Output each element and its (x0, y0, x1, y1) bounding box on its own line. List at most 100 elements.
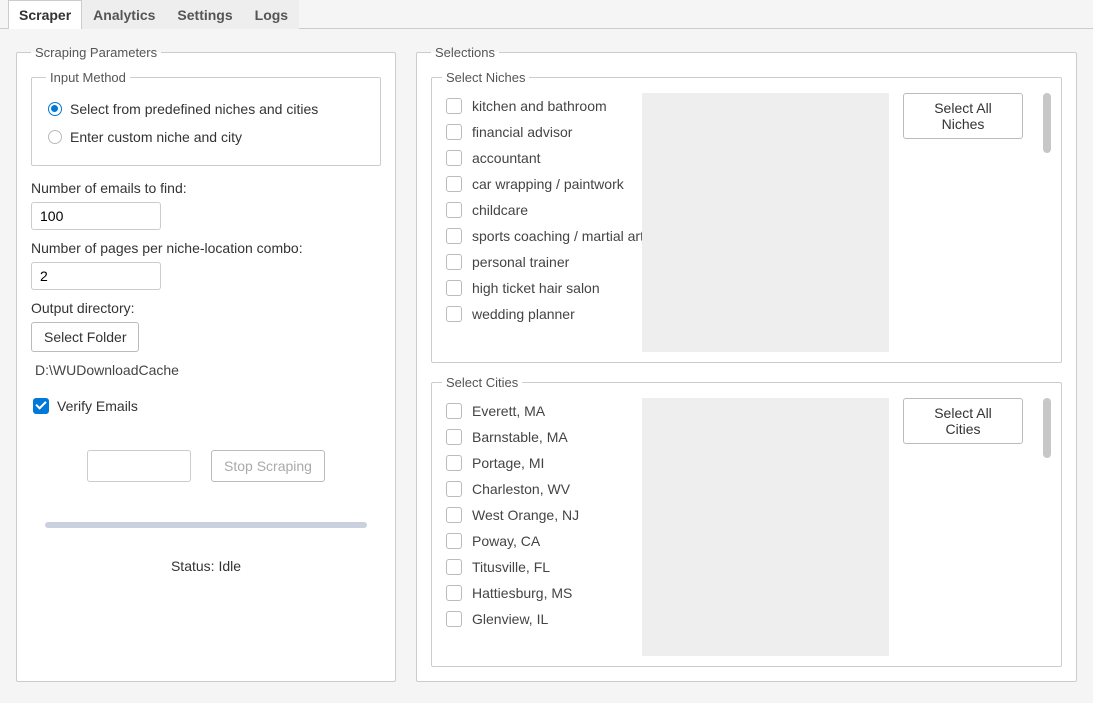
stop-scraping-button[interactable]: Stop Scraping (211, 450, 325, 482)
niche-checkbox[interactable] (446, 176, 462, 192)
niche-checkbox[interactable] (446, 254, 462, 270)
scraping-params-fieldset: Scraping Parameters Input Method Select … (16, 45, 396, 682)
niches-list[interactable]: kitchen and bathroom financial advisor acc… (442, 93, 642, 352)
cities-filler (642, 398, 889, 657)
tab-logs[interactable]: Logs (244, 0, 299, 29)
verify-emails-label: Verify Emails (57, 398, 138, 414)
niche-label: kitchen and bathroom (472, 98, 607, 114)
niche-checkbox[interactable] (446, 124, 462, 140)
city-checkbox[interactable] (446, 559, 462, 575)
status-text: Status: Idle (31, 558, 381, 574)
niches-scroll-thumb[interactable] (1043, 93, 1051, 153)
city-item[interactable]: Charleston, WV (442, 476, 642, 502)
select-all-cities-button[interactable]: Select All Cities (903, 398, 1023, 444)
niche-checkbox[interactable] (446, 228, 462, 244)
scraping-params-panel: Scraping Parameters Input Method Select … (16, 45, 396, 682)
city-checkbox[interactable] (446, 455, 462, 471)
radio-row-custom[interactable]: Enter custom niche and city (46, 123, 366, 151)
radio-predefined-label: Select from predefined niches and cities (70, 101, 318, 117)
city-checkbox[interactable] (446, 507, 462, 523)
city-item[interactable]: Everett, MA (442, 398, 642, 424)
niche-label: accountant (472, 150, 541, 166)
tabs-bar: Scraper Analytics Settings Logs (0, 0, 1093, 29)
niche-checkbox[interactable] (446, 202, 462, 218)
city-item[interactable]: Portage, MI (442, 450, 642, 476)
pages-label: Number of pages per niche-location combo… (31, 240, 381, 256)
city-label: Glenview, IL (472, 611, 548, 627)
city-item[interactable]: Barnstable, MA (442, 424, 642, 450)
radio-predefined[interactable] (48, 102, 62, 116)
tab-analytics[interactable]: Analytics (82, 0, 166, 29)
niche-item[interactable]: car wrapping / paintwork (442, 171, 642, 197)
niche-checkbox[interactable] (446, 306, 462, 322)
cities-legend: Select Cities (442, 375, 522, 390)
niches-scroll: kitchen and bathroom financial advisor acc… (442, 93, 889, 352)
niches-legend: Select Niches (442, 70, 529, 85)
niche-label: wedding planner (472, 306, 575, 322)
niche-checkbox[interactable] (446, 280, 462, 296)
niches-scrollbar[interactable] (1043, 93, 1051, 352)
city-label: Titusville, FL (472, 559, 550, 575)
verify-emails-row[interactable]: Verify Emails (31, 392, 381, 420)
pages-input[interactable] (31, 262, 161, 290)
city-label: West Orange, NJ (472, 507, 579, 523)
niche-item[interactable]: high ticket hair salon (442, 275, 642, 301)
selections-fieldset: Selections Select Niches kitchen and bat… (416, 45, 1077, 682)
selections-panel: Selections Select Niches kitchen and bat… (416, 45, 1077, 682)
niche-label: childcare (472, 202, 528, 218)
niche-item[interactable]: personal trainer (442, 249, 642, 275)
niche-item[interactable]: wedding planner (442, 301, 642, 327)
niche-checkbox[interactable] (446, 98, 462, 114)
output-path-text: D:\WUDownloadCache (35, 362, 381, 378)
niche-item[interactable]: kitchen and bathroom (442, 93, 642, 119)
city-item[interactable]: Hattiesburg, MS (442, 580, 642, 606)
city-item[interactable]: Glenview, IL (442, 606, 642, 632)
city-checkbox[interactable] (446, 429, 462, 445)
niche-item[interactable]: accountant (442, 145, 642, 171)
tab-settings[interactable]: Settings (166, 0, 243, 29)
city-checkbox[interactable] (446, 611, 462, 627)
city-label: Portage, MI (472, 455, 544, 471)
scraping-params-legend: Scraping Parameters (31, 45, 161, 60)
city-label: Barnstable, MA (472, 429, 568, 445)
input-method-fieldset: Input Method Select from predefined nich… (31, 70, 381, 166)
city-checkbox[interactable] (446, 481, 462, 497)
tab-scraper[interactable]: Scraper (8, 0, 82, 29)
cities-scrollbar[interactable] (1043, 398, 1051, 657)
progress-bar (45, 522, 367, 528)
radio-row-predefined[interactable]: Select from predefined niches and cities (46, 95, 366, 123)
city-checkbox[interactable] (446, 533, 462, 549)
cities-side-col: Select All Cities (903, 398, 1023, 657)
niches-side-col: Select All Niches (903, 93, 1023, 352)
verify-emails-checkbox[interactable] (33, 398, 49, 414)
city-checkbox[interactable] (446, 403, 462, 419)
cities-list[interactable]: Everett, MA Barnstable, MA Portage, MI Char… (442, 398, 642, 657)
cities-scroll-thumb[interactable] (1043, 398, 1051, 458)
city-label: Charleston, WV (472, 481, 570, 497)
select-all-niches-button[interactable]: Select All Niches (903, 93, 1023, 139)
radio-custom[interactable] (48, 130, 62, 144)
action-row: Stop Scraping (31, 450, 381, 482)
start-button-placeholder[interactable] (87, 450, 191, 482)
city-label: Hattiesburg, MS (472, 585, 572, 601)
emails-label: Number of emails to find: (31, 180, 381, 196)
select-folder-button[interactable]: Select Folder (31, 322, 139, 352)
city-label: Poway, CA (472, 533, 540, 549)
niche-item[interactable]: sports coaching / martial arts (442, 223, 642, 249)
niche-label: personal trainer (472, 254, 569, 270)
niches-filler (642, 93, 889, 352)
city-item[interactable]: Titusville, FL (442, 554, 642, 580)
city-label: Everett, MA (472, 403, 545, 419)
niche-item[interactable]: childcare (442, 197, 642, 223)
app-window: Scraper Analytics Settings Logs Scraping… (0, 0, 1093, 703)
city-item[interactable]: West Orange, NJ (442, 502, 642, 528)
city-item[interactable]: Poway, CA (442, 528, 642, 554)
niche-item[interactable]: financial advisor (442, 119, 642, 145)
niches-fieldset: Select Niches kitchen and bathroom financ… (431, 70, 1062, 363)
cities-fieldset: Select Cities Everett, MA Barnstable, MA P… (431, 375, 1062, 668)
niche-label: car wrapping / paintwork (472, 176, 624, 192)
city-checkbox[interactable] (446, 585, 462, 601)
emails-input[interactable] (31, 202, 161, 230)
niche-checkbox[interactable] (446, 150, 462, 166)
tab-content: Scraping Parameters Input Method Select … (0, 29, 1093, 698)
